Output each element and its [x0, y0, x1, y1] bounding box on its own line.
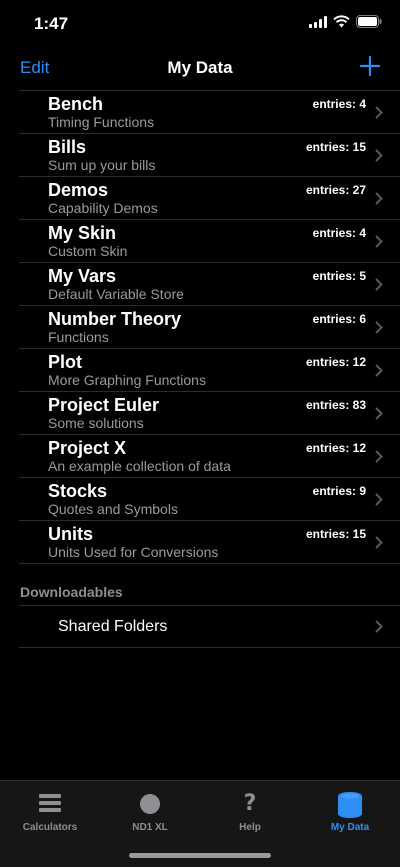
database-icon	[338, 792, 362, 818]
wifi-icon	[333, 15, 350, 28]
circle-icon	[140, 794, 160, 814]
status-bar: 1:47	[0, 0, 400, 48]
item-title: Demos	[48, 180, 109, 200]
item-entries: entries: 15	[305, 140, 366, 154]
tab-my-data[interactable]: My Data	[300, 781, 400, 841]
question-icon: ?	[243, 791, 257, 816]
item-entries: entries: 6	[312, 312, 366, 326]
item-title: Stocks	[48, 481, 108, 501]
chevron-right-icon	[375, 106, 383, 119]
add-icon[interactable]	[360, 56, 380, 76]
chevron-right-icon	[375, 407, 383, 420]
chevron-right-icon	[375, 450, 383, 463]
item-entries: entries: 15	[305, 527, 366, 541]
tab-label: Help	[239, 822, 261, 833]
item-entries: entries: 5	[312, 269, 366, 283]
item-entries: entries: 27	[305, 183, 366, 197]
list-item[interactable]: My Skin Custom Skin entries: 4	[19, 220, 400, 263]
item-entries: entries: 4	[312, 97, 366, 111]
item-subtitle: Timing Functions	[48, 114, 155, 130]
status-icons	[309, 15, 382, 28]
chevron-right-icon	[375, 192, 383, 205]
chevron-right-icon	[375, 278, 383, 291]
list-item[interactable]: Bench Timing Functions entries: 4	[19, 91, 400, 134]
downloadables-list: Shared Folders	[19, 605, 400, 648]
list-item[interactable]: Units Units Used for Conversions entries…	[19, 521, 400, 564]
list-item[interactable]: Number Theory Functions entries: 6	[19, 306, 400, 349]
section-header-downloadables: Downloadables	[20, 584, 123, 600]
chevron-right-icon	[375, 321, 383, 334]
status-time: 1:47	[34, 14, 69, 33]
item-subtitle: Functions	[48, 329, 109, 345]
item-subtitle: An example collection of data	[48, 458, 231, 474]
chevron-right-icon	[375, 235, 383, 248]
chevron-right-icon	[375, 536, 383, 549]
chevron-right-icon	[375, 364, 383, 377]
item-title: Bills	[48, 137, 87, 157]
chevron-right-icon	[375, 620, 383, 633]
item-subtitle: Units Used for Conversions	[48, 544, 219, 560]
list-item[interactable]: Bills Sum up your bills entries: 15	[19, 134, 400, 177]
item-subtitle: Default Variable Store	[48, 286, 184, 302]
item-title: My Vars	[48, 266, 117, 286]
tab-bar: Calculators ND1 XL ? Help My Data	[0, 780, 400, 867]
item-entries: entries: 12	[305, 355, 366, 369]
shared-folders-item[interactable]: Shared Folders	[19, 606, 400, 648]
item-subtitle: Custom Skin	[48, 243, 128, 259]
home-indicator[interactable]	[129, 853, 271, 858]
list-item[interactable]: Plot More Graphing Functions entries: 12	[19, 349, 400, 392]
list-item[interactable]: Stocks Quotes and Symbols entries: 9	[19, 478, 400, 521]
page-title: My Data	[167, 58, 233, 77]
item-subtitle: Quotes and Symbols	[48, 501, 178, 517]
item-subtitle: Capability Demos	[48, 200, 158, 216]
list-icon	[39, 794, 61, 812]
item-entries: entries: 12	[305, 441, 366, 455]
tab-help[interactable]: ? Help	[200, 781, 300, 841]
cellular-signal-icon	[309, 15, 327, 28]
list-item[interactable]: Project X An example collection of data …	[19, 435, 400, 478]
data-list: Bench Timing Functions entries: 4 Bills …	[19, 90, 400, 564]
item-entries: entries: 83	[305, 398, 366, 412]
tab-label: My Data	[330, 822, 370, 833]
list-item[interactable]: Project Euler Some solutions entries: 83	[19, 392, 400, 435]
item-entries: entries: 4	[312, 226, 366, 240]
item-title: Plot	[48, 352, 82, 372]
item-subtitle: Some solutions	[48, 415, 144, 431]
tab-label: ND1 XL	[132, 822, 168, 833]
tab-calculators[interactable]: Calculators	[0, 781, 100, 841]
item-title: Project X	[48, 438, 127, 458]
item-title: Shared Folders	[58, 618, 168, 635]
item-title: My Skin	[48, 223, 117, 243]
list-item[interactable]: Demos Capability Demos entries: 27	[19, 177, 400, 220]
item-title: Units	[48, 524, 93, 544]
item-subtitle: More Graphing Functions	[48, 372, 206, 388]
item-entries: entries: 9	[312, 484, 366, 498]
item-title: Project Euler	[48, 395, 160, 415]
item-title: Bench	[48, 94, 104, 114]
chevron-right-icon	[375, 149, 383, 162]
item-subtitle: Sum up your bills	[48, 157, 156, 173]
tab-nd1-xl[interactable]: ND1 XL	[100, 781, 200, 841]
tab-label: Calculators	[22, 822, 78, 833]
chevron-right-icon	[375, 493, 383, 506]
list-item[interactable]: My Vars Default Variable Store entries: …	[19, 263, 400, 306]
battery-icon	[356, 15, 382, 28]
item-title: Number Theory	[48, 309, 182, 329]
navigation-bar: Edit My Data	[0, 48, 400, 90]
